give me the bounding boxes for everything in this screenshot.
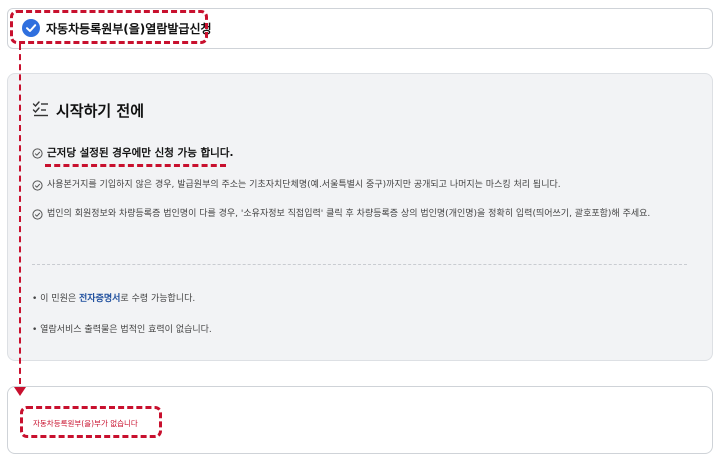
result-highlight-annotation bbox=[20, 406, 162, 438]
note-text-before: 이 민원은 bbox=[40, 294, 80, 304]
note-item: • 열람서비스 출력물은 법적인 효력이 없습니다. bbox=[32, 322, 212, 335]
check-icon bbox=[32, 180, 43, 198]
bullet: • bbox=[32, 325, 41, 335]
notice-text: 근저당 설정된 경우에만 신청 가능 합니다. bbox=[47, 147, 234, 159]
bullet: • bbox=[32, 294, 41, 304]
note-item: • 이 민원은 전자증명서로 수령 가능합니다. bbox=[32, 291, 195, 304]
check-icon bbox=[32, 209, 43, 227]
note-emphasis: 전자증명서 bbox=[79, 294, 121, 304]
note-text-after: 로 수령 가능합니다. bbox=[120, 294, 196, 304]
annotation-arrow-line bbox=[19, 44, 21, 384]
section-title: 시작하기 전에 bbox=[56, 102, 145, 120]
notice-text: 법인의 회원정보와 차량등록증 법인명이 다를 경우, '소유자정보 직접입력'… bbox=[47, 209, 651, 219]
notice-underline-annotation bbox=[45, 164, 226, 167]
title-highlight-annotation bbox=[10, 10, 208, 44]
note-text: 열람서비스 출력물은 법적인 효력이 없습니다. bbox=[40, 325, 212, 335]
notice-text: 사용본거지를 기입하지 않은 경우, 발급원부의 주소는 기초자치단체명(예.서… bbox=[47, 180, 561, 190]
check-icon bbox=[32, 148, 43, 166]
checklist-icon bbox=[32, 100, 50, 122]
arrow-down-icon bbox=[14, 382, 26, 401]
section-divider bbox=[32, 264, 687, 265]
